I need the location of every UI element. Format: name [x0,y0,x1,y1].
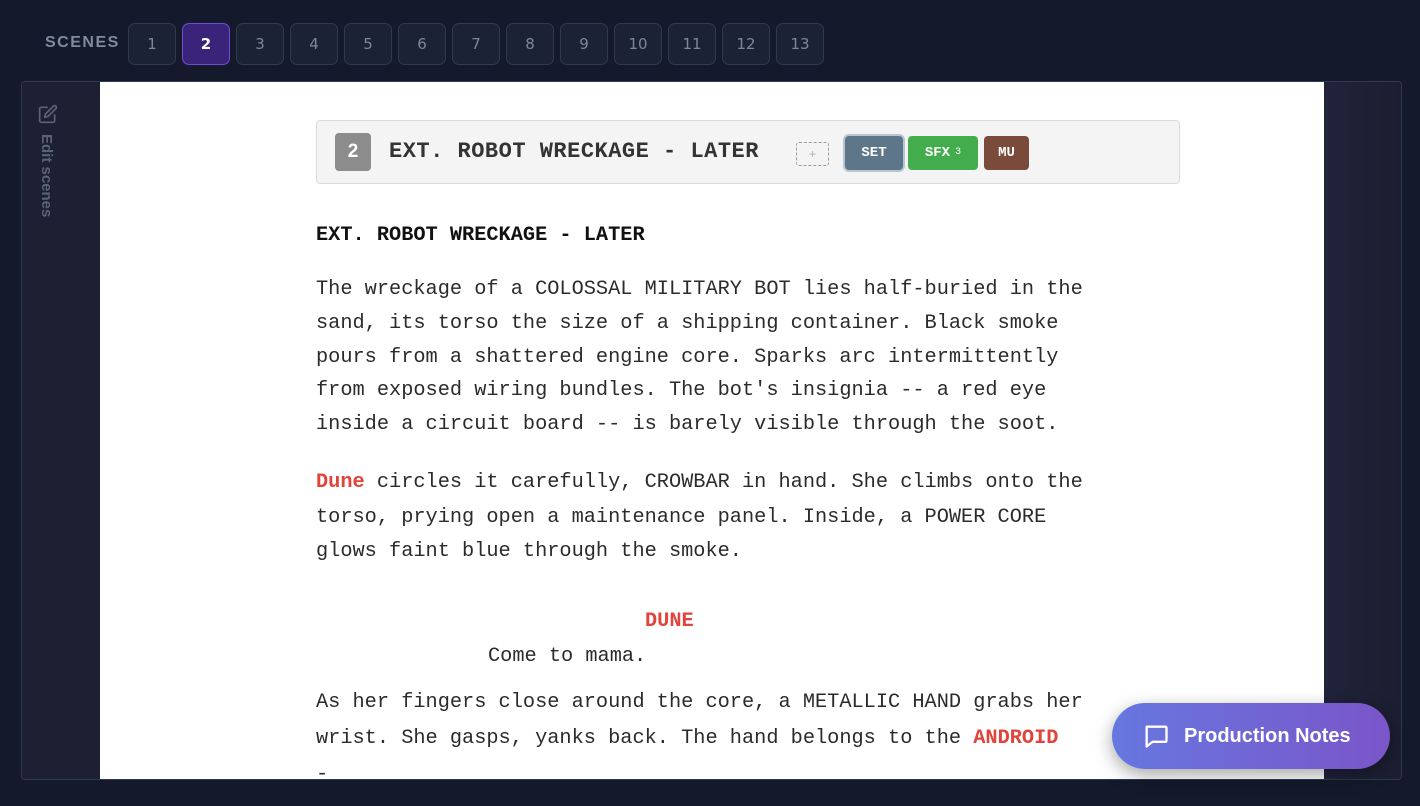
editor-frame: Edit scenes 2 EXT. ROBOT WRECKAGE - LATE… [21,81,1402,780]
scene-navigation: SCENES 1 2 3 4 5 6 7 8 9 10 11 12 13 [0,0,1420,82]
scene-button-10[interactable]: 10 [614,23,662,65]
right-margin [1324,82,1401,779]
action-text: - [316,763,329,780]
script-page: 2 EXT. ROBOT WRECKAGE - LATER + SET SFX … [100,82,1324,780]
character-mention[interactable]: Dune [316,471,365,494]
tag-mu-label: MU [998,145,1015,161]
scene-button-8[interactable]: 8 [506,23,554,65]
add-tag-button[interactable]: + [796,142,829,166]
tag-sfx-count: 3 [955,146,962,158]
chat-icon [1145,725,1168,748]
scene-button-list: 1 2 3 4 5 6 7 8 9 10 11 12 13 [128,23,824,65]
production-notes-label: Production Notes [1184,724,1351,747]
scene-button-3[interactable]: 3 [236,23,284,65]
edit-icon[interactable] [38,104,58,124]
character-cue: DUNE [645,610,694,633]
scene-heading-title[interactable]: EXT. ROBOT WRECKAGE - LATER [389,139,759,164]
tag-sfx-label: SFX [924,145,951,161]
action-paragraph-1: The wreckage of a COLOSSAL MILITARY BOT … [316,278,1083,437]
scene-button-1[interactable]: 1 [128,23,176,65]
tag-set[interactable]: SET [845,136,903,170]
scene-header: 2 EXT. ROBOT WRECKAGE - LATER + SET SFX … [316,120,1180,184]
tag-set-label: SET [861,145,887,161]
production-notes-button[interactable]: Production Notes [1112,703,1390,769]
action-paragraph-3: As her fingers close around the core, a … [316,685,1196,780]
dialogue-line: Come to mama. [488,645,647,668]
tag-mu[interactable]: MU [984,136,1029,170]
action-paragraph-2: Dune circles it carefully, CROWBAR in ha… [316,466,1196,570]
tag-sfx[interactable]: SFX 3 [908,136,978,170]
scene-button-13[interactable]: 13 [776,23,824,65]
scene-button-11[interactable]: 11 [668,23,716,65]
character-mention[interactable]: ANDROID [973,727,1058,750]
edit-scenes-label[interactable]: Edit scenes [38,134,55,217]
scene-button-5[interactable]: 5 [344,23,392,65]
scene-button-7[interactable]: 7 [452,23,500,65]
scene-button-12[interactable]: 12 [722,23,770,65]
slugline: EXT. ROBOT WRECKAGE - LATER [316,224,645,247]
action-text: circles it carefully, CROWBAR in hand. S… [316,471,1083,563]
scene-button-6[interactable]: 6 [398,23,446,65]
scene-button-4[interactable]: 4 [290,23,338,65]
scene-button-2[interactable]: 2 [182,23,230,65]
edit-scenes-rail[interactable]: Edit scenes [22,82,100,779]
action-text: As her fingers close around the core, a … [316,691,1083,750]
scene-button-9[interactable]: 9 [560,23,608,65]
scene-number-badge: 2 [335,133,371,171]
scenes-label: SCENES [45,34,120,51]
